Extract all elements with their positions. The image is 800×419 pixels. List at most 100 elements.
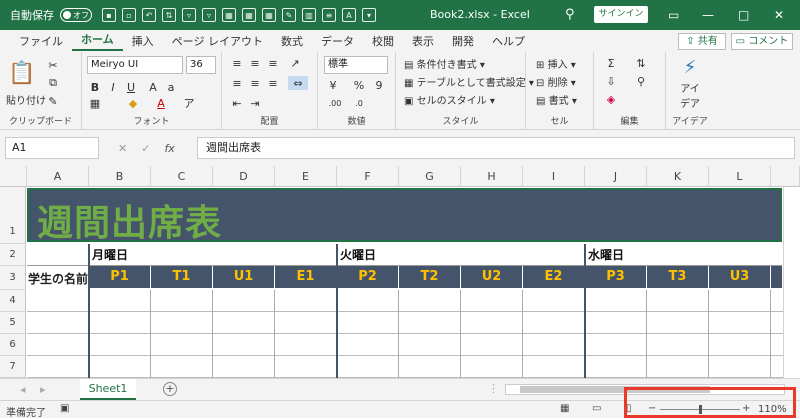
worksheet-grid[interactable]: A B C D E F G H I J K L 1 2 3 4 5 6 7 週間… xyxy=(0,166,800,378)
percent-icon[interactable]: % xyxy=(352,78,366,92)
column-header[interactable]: H xyxy=(461,166,523,187)
sort-filter-icon[interactable]: ⇅ xyxy=(634,56,648,70)
fill-icon[interactable]: ⇩ xyxy=(604,74,618,88)
paste-label[interactable]: 貼り付け xyxy=(6,92,46,107)
select-all-corner[interactable] xyxy=(0,166,27,187)
period-header[interactable]: U2 xyxy=(461,266,523,288)
insert-cells-button[interactable]: ⊞ 挿入 ▾ xyxy=(536,56,576,71)
close-button[interactable]: ✕ xyxy=(774,8,784,22)
confirm-icon[interactable]: ✓ xyxy=(141,142,150,155)
format-painter-icon[interactable]: ✎ xyxy=(46,94,60,108)
save-icon[interactable]: ▪ xyxy=(102,8,116,22)
font-color-icon[interactable]: A xyxy=(342,8,356,22)
row-header[interactable]: 1 xyxy=(0,187,26,244)
cell-styles-button[interactable]: ▣ セルのスタイル ▾ xyxy=(404,92,495,107)
find-icon[interactable]: ⚲ xyxy=(634,74,648,88)
period-header[interactable]: U1 xyxy=(213,266,275,288)
italic-icon[interactable]: I xyxy=(106,80,120,94)
decrease-decimal-icon[interactable]: .0 xyxy=(350,96,368,110)
period-header[interactable]: T1 xyxy=(151,266,213,288)
column-header[interactable]: F xyxy=(337,166,399,187)
font-size-select[interactable]: 36 xyxy=(186,56,216,74)
tab-help[interactable]: ヘルプ xyxy=(483,33,534,49)
tab-page-layout[interactable]: ページ レイアウト xyxy=(163,33,272,49)
period-header[interactable]: U3 xyxy=(709,266,771,288)
column-header[interactable]: C xyxy=(151,166,213,187)
tab-view[interactable]: 表示 xyxy=(403,33,443,49)
title-cell-a1[interactable]: 週間出席表 xyxy=(27,188,782,244)
cut-icon[interactable]: ✂ xyxy=(46,58,60,72)
outline-icon[interactable]: ▥ xyxy=(302,8,316,22)
tab-data[interactable]: データ xyxy=(312,33,363,49)
period-header[interactable]: E2 xyxy=(523,266,585,288)
name-box[interactable]: A1 xyxy=(5,137,99,159)
period-header-partial[interactable] xyxy=(771,266,783,288)
add-sheet-icon[interactable]: + xyxy=(163,382,177,396)
format-cells-button[interactable]: ▤ 書式 ▾ xyxy=(536,92,577,107)
row-header[interactable]: 2 xyxy=(0,244,26,266)
delete-cells-button[interactable]: ⊟ 削除 ▾ xyxy=(536,74,576,89)
page-layout-view-icon[interactable]: ▭ xyxy=(592,403,601,414)
period-header[interactable]: P2 xyxy=(337,266,399,288)
increase-indent-icon[interactable]: ⇥ xyxy=(248,96,262,110)
align-bottom-icon[interactable]: ≡ xyxy=(266,56,280,70)
orientation-icon[interactable]: ↗ xyxy=(288,56,302,70)
borders-icon[interactable]: ▦ xyxy=(88,96,102,110)
filter-icon[interactable]: ▿ xyxy=(182,8,196,22)
period-header[interactable]: T3 xyxy=(647,266,709,288)
accounting-icon[interactable]: ¥ xyxy=(326,78,340,92)
column-header[interactable]: D xyxy=(213,166,275,187)
fx-icon[interactable]: fx xyxy=(164,142,174,155)
align-icon[interactable]: ≡ xyxy=(322,8,336,22)
day-header-monday[interactable]: 月曜日 xyxy=(92,246,128,263)
undo-icon[interactable]: ↶ xyxy=(142,8,156,22)
restore-button[interactable]: □ xyxy=(738,8,749,22)
column-header[interactable]: I xyxy=(523,166,585,187)
copy-icon[interactable]: ⧉ xyxy=(46,76,60,90)
align-left-icon[interactable]: ≡ xyxy=(230,76,244,90)
sheet-tab[interactable]: Sheet1 xyxy=(80,379,136,400)
customize-qat-icon[interactable]: ▾ xyxy=(362,8,376,22)
font-color-icon[interactable]: A xyxy=(154,96,168,110)
vertical-scrollbar[interactable] xyxy=(783,187,800,378)
format-as-table-button[interactable]: ▦ テーブルとして書式設定 ▾ xyxy=(404,74,534,89)
font-name-select[interactable]: Meiryo UI xyxy=(87,56,183,74)
merge-center-icon[interactable]: ⇔ xyxy=(288,76,308,90)
row-header[interactable]: 4 xyxy=(0,290,26,312)
comma-icon[interactable]: 9 xyxy=(372,78,386,92)
decrease-indent-icon[interactable]: ⇤ xyxy=(230,96,244,110)
border-icon[interactable]: ▦ xyxy=(262,8,276,22)
column-header[interactable]: K xyxy=(647,166,709,187)
row-header[interactable]: 7 xyxy=(0,356,26,378)
font-grow-icon[interactable]: A xyxy=(146,80,160,94)
prev-sheet-icon[interactable]: ◂ xyxy=(20,383,26,396)
increase-decimal-icon[interactable]: .00 xyxy=(326,96,344,110)
column-header[interactable]: G xyxy=(399,166,461,187)
align-top-icon[interactable]: ≡ xyxy=(230,56,244,70)
cancel-icon[interactable]: ✕ xyxy=(118,142,127,155)
clear-icon[interactable]: ◈ xyxy=(604,92,618,106)
font-shrink-icon[interactable]: a xyxy=(164,80,178,94)
signin-button[interactable]: サインイン xyxy=(594,6,648,23)
autosum-icon[interactable]: Σ xyxy=(604,56,618,70)
phonetic-icon[interactable]: ア xyxy=(182,96,196,110)
tab-formulas[interactable]: 数式 xyxy=(272,33,312,49)
formula-input[interactable]: 週間出席表 xyxy=(197,137,795,159)
brush-icon[interactable]: ✎ xyxy=(282,8,296,22)
split-handle-icon[interactable]: ⋮ xyxy=(488,382,499,395)
period-header[interactable]: T2 xyxy=(399,266,461,288)
ideas-icon[interactable]: ⚡ xyxy=(680,56,700,78)
next-sheet-icon[interactable]: ▸ xyxy=(40,383,46,396)
day-header-tuesday[interactable]: 火曜日 xyxy=(340,246,376,263)
column-header[interactable]: J xyxy=(585,166,647,187)
tab-developer[interactable]: 開発 xyxy=(443,33,483,49)
share-button[interactable]: ⇪ 共有 xyxy=(678,33,726,50)
row-header[interactable]: 5 xyxy=(0,312,26,334)
ribbon-display-icon[interactable]: ▭ xyxy=(668,8,679,22)
underline-icon[interactable]: U xyxy=(124,80,138,94)
search-icon[interactable]: ⚲ xyxy=(565,7,575,22)
sort-icon[interactable]: ⇅ xyxy=(162,8,176,22)
attendance-cells[interactable] xyxy=(27,290,783,378)
tab-home[interactable]: ホーム xyxy=(72,31,123,51)
comment-button[interactable]: ▭ コメント xyxy=(731,33,793,50)
